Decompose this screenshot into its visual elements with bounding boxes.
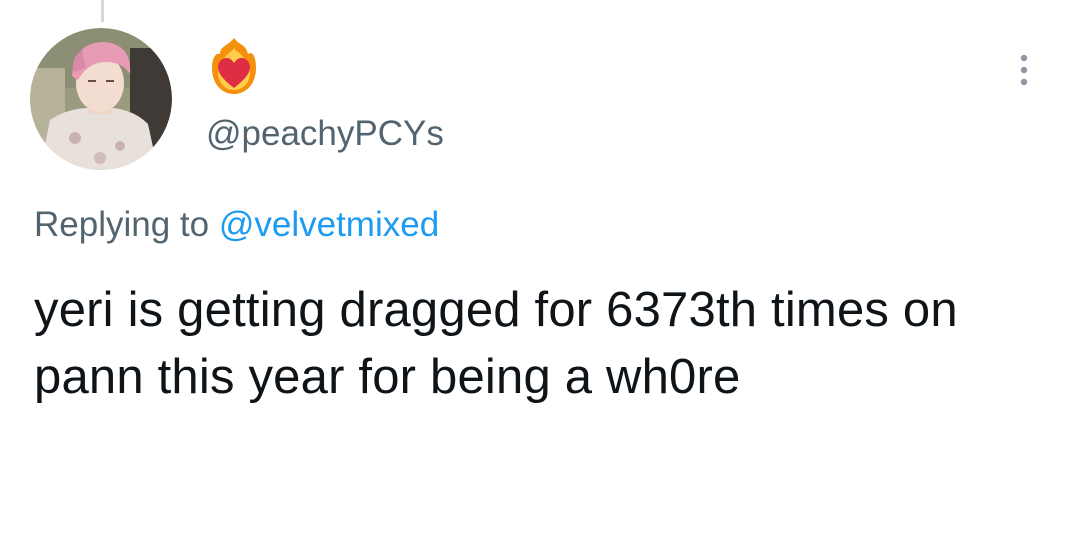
more-vertical-icon: [1020, 54, 1028, 86]
heart-on-fire-icon: [212, 38, 256, 94]
profile-photo-icon: [30, 28, 172, 170]
avatar[interactable]: [30, 28, 172, 170]
replying-to-handle-link[interactable]: @velvetmixed: [219, 205, 439, 244]
tweet-text: yeri is getting dragged for 6373th times…: [34, 283, 958, 404]
more-options-button[interactable]: [1000, 46, 1048, 94]
replying-to-label: Replying to: [34, 205, 210, 244]
author-handle[interactable]: @peachyPCYs: [206, 112, 444, 156]
thread-connector-line: [101, 0, 104, 22]
replying-to-line: Replying to @velvetmixed: [34, 201, 439, 249]
display-name-emoji-icon: [206, 36, 262, 96]
